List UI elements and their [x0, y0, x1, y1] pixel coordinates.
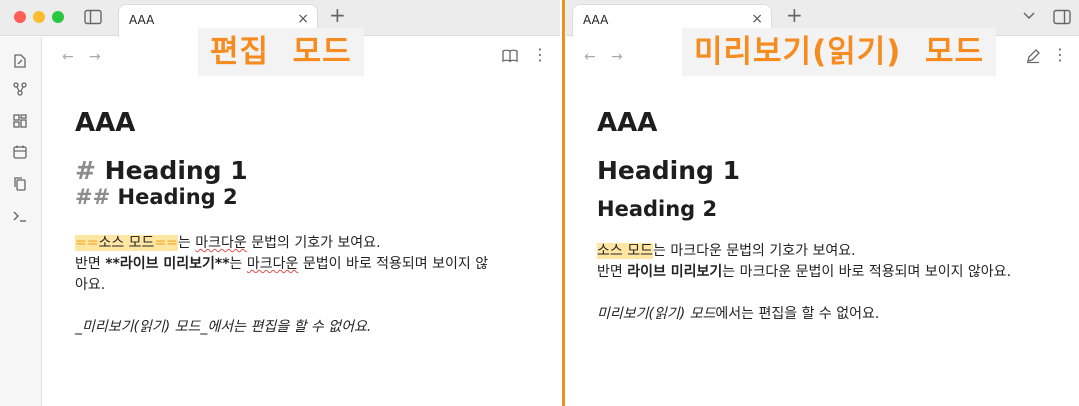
copy-icon[interactable] [12, 176, 28, 192]
paragraph-2-prefix: 반면 [597, 264, 628, 280]
edit-mode-label-text: 편집 모드 [210, 34, 352, 70]
maximize-window-button[interactable] [52, 11, 64, 23]
new-tab-plus-icon[interactable]: + [329, 5, 346, 25]
paragraph-3: _미리보기(읽기) 모드_에서는 편집을 할 수 없어요. [75, 319, 372, 335]
paragraph-1-rest: 문법의 기호가 보여요. [246, 235, 381, 251]
heading-2-text: Heading 2 [117, 185, 238, 209]
paragraph-2-rest: 문법이 바로 적용되며 보이지 않 [298, 256, 489, 272]
heading-1: Heading 1 [597, 156, 741, 185]
heading-1-text: Heading 1 [104, 156, 248, 185]
app-window: AAA × + AAA × + ← → ⋮ ← → ⋮ 편집 모드 미리보기(읽… [0, 0, 1079, 406]
source-document[interactable]: AAA # Heading 1 ## Heading 2 ==소스 모드==는 … [75, 108, 525, 338]
heading-2: ## Heading 2 [75, 185, 525, 209]
edit-mode-label: 편집 모드 [198, 28, 364, 76]
note-title: AAA [597, 108, 658, 138]
more-options-icon[interactable]: ⋮ [1052, 47, 1068, 63]
paragraph-2-mid: 는 [229, 256, 247, 272]
forward-arrow-icon[interactable]: → [89, 49, 101, 65]
canvas-grid-icon[interactable] [12, 113, 28, 129]
italic-text: 미리보기(읽기) 모드 [597, 306, 716, 322]
misspelled-word: 마크다운 [195, 235, 247, 251]
paragraph-2-rest: 는 마크다운 문법이 바로 적용되며 보이지 않아요. [722, 264, 1012, 280]
paragraph-3: 미리보기(읽기) 모드에서는 편집을 할 수 없어요. [597, 304, 1011, 325]
paragraph-1-rest: 는 마크다운 문법의 기호가 보여요. [652, 243, 856, 259]
preview-document: AAA Heading 1 Heading 2 소스 모드는 마크다운 문법의 … [597, 108, 1011, 325]
paragraph-2-wrap: 아요. [75, 277, 106, 293]
right-sidebar-toggle-icon[interactable] [1053, 9, 1071, 28]
highlight-text: 소스 모드 [597, 243, 653, 259]
close-window-button[interactable] [14, 11, 26, 23]
paragraph-1-suffix: 는 [177, 235, 196, 251]
edit-pencil-icon[interactable] [1025, 48, 1041, 67]
bold-text: 라이브 미리보기 [627, 264, 723, 280]
heading-1: # Heading 1 [75, 156, 525, 185]
new-tab-plus-icon[interactable]: + [786, 5, 803, 25]
highlight-close-mark: == [154, 235, 178, 251]
close-icon[interactable]: × [297, 11, 309, 27]
note-title: AAA [75, 108, 136, 138]
heading-2: Heading 2 [597, 197, 718, 221]
pane-divider [562, 0, 565, 406]
paragraph-3-rest: 에서는 편집을 할 수 없어요. [715, 306, 880, 322]
tab-title: AAA [129, 13, 155, 27]
paragraph-1: ==소스 모드==는 마크다운 문법의 기호가 보여요. [75, 233, 525, 254]
calendar-icon[interactable] [12, 144, 28, 160]
file-edit-icon[interactable] [12, 53, 28, 69]
misspelled-word: 마크다운 [246, 256, 299, 272]
highlight-text: 소스 모드 [98, 235, 155, 251]
back-arrow-icon[interactable]: ← [584, 49, 596, 65]
left-ribbon [0, 37, 42, 406]
tab-title: AAA [583, 13, 609, 27]
paragraph-1: 소스 모드는 마크다운 문법의 기호가 보여요. [597, 241, 1011, 262]
preview-mode-label-text: 미리보기(읽기) 모드 [694, 34, 985, 70]
back-arrow-icon[interactable]: ← [62, 49, 74, 65]
paragraph-2: 반면 라이브 미리보기는 마크다운 문법이 바로 적용되며 보이지 않아요. [597, 262, 1011, 283]
paragraph-2-prefix: 반면 [75, 256, 106, 272]
highlight-open-mark: == [75, 235, 99, 251]
heading-1-hash: # [75, 156, 96, 185]
heading-2-hash: ## [75, 185, 111, 209]
reading-view-book-icon[interactable] [501, 48, 519, 67]
preview-mode-label: 미리보기(읽기) 모드 [682, 28, 997, 76]
sidebar-toggle-icon[interactable] [84, 9, 102, 28]
graph-icon[interactable] [12, 81, 28, 97]
terminal-icon[interactable] [12, 208, 28, 224]
bold-markup: **라이브 미리보기** [105, 256, 230, 272]
paragraph-2: 반면 **라이브 미리보기**는 마크다운 문법이 바로 적용되며 보이지 않아… [75, 254, 525, 296]
minimize-window-button[interactable] [33, 11, 45, 23]
forward-arrow-icon[interactable]: → [611, 49, 623, 65]
more-options-icon[interactable]: ⋮ [532, 47, 548, 63]
close-icon[interactable]: × [751, 11, 763, 27]
chevron-down-icon[interactable] [1022, 8, 1036, 25]
